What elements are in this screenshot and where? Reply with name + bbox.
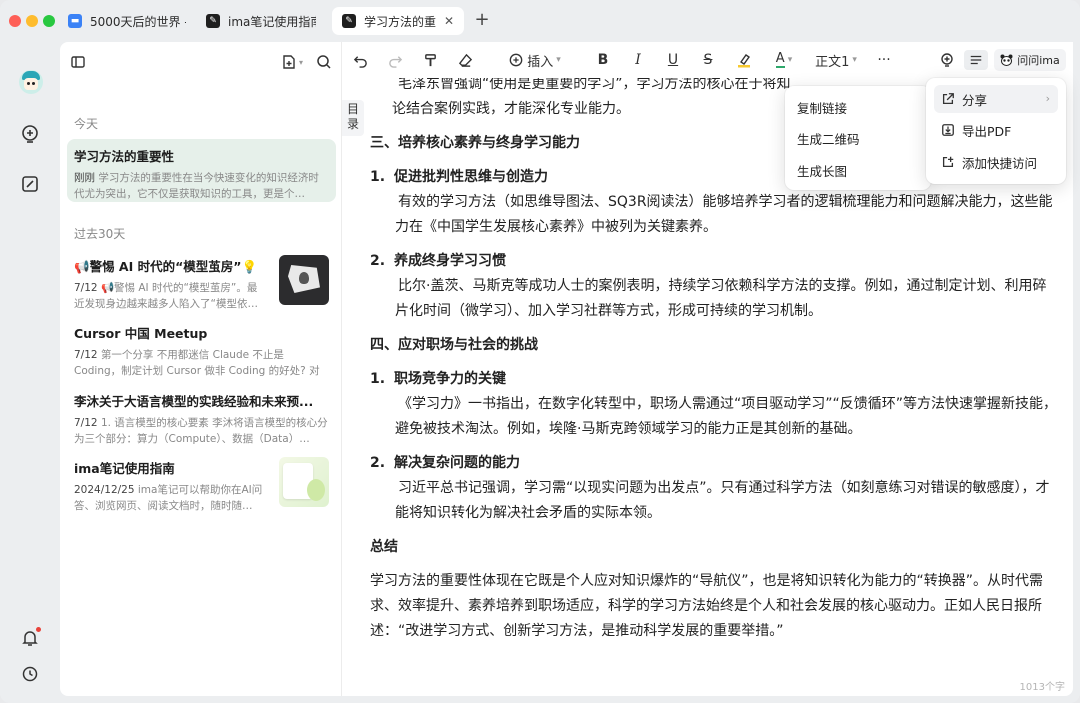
notification-bell-icon[interactable] [18,626,42,650]
clear-format-icon[interactable] [455,50,475,70]
underline-button[interactable]: U [664,50,682,70]
add-shortcut-item[interactable]: 添加快捷访问 [934,148,1058,176]
note-thumbnail [279,457,329,507]
share-icon [940,91,956,107]
heading-summary: 总结 [370,539,398,555]
note-item-ima-guide[interactable]: ima笔记使用指南 2024/12/25 ima笔记可以帮助你在AI问答、浏览网… [67,451,336,515]
ai-bulb-icon[interactable] [18,122,42,146]
word-count: 1013个字 [1019,682,1065,693]
ask-ima-button[interactable]: 问问ima [994,49,1066,71]
tab-5000-days[interactable]: ▬ 5000天后的世界 - 凯… [58,7,196,35]
avatar[interactable] [19,70,43,94]
italic-button[interactable]: I [629,50,647,70]
paragraph: 学习方法的重要性体现在它既是个人应对知识爆炸的“导航仪”，也是将知识转化为能力的… [370,573,1044,639]
tab-learning-methods[interactable]: ✎ 学习方法的重要性 ✕ [332,7,464,35]
note-icon: ✎ [342,14,356,28]
bold-button[interactable]: B [594,50,612,70]
chevron-down-icon: ▾ [852,55,857,65]
highlight-icon[interactable] [734,50,754,70]
insert-button[interactable]: 插入 ▾ [506,50,564,70]
generate-long-image-item[interactable]: 生成长图 [793,156,923,184]
chevron-down-icon: ▾ [556,55,561,65]
unread-dot [36,627,41,632]
paragraph: 习近平总书记强调，学习需“以现实问题为出发点”。只有通过科学方法（如刻意练习对错… [395,480,1050,521]
note-thumbnail [279,255,329,305]
outline-menu-icon[interactable] [964,50,988,70]
paragraph-style-select[interactable]: 正文1 ▾ [812,50,860,70]
font-color-button[interactable]: A ▾ [770,50,798,70]
format-painter-icon[interactable] [420,50,440,70]
close-window-button[interactable] [9,15,21,27]
more-options-button[interactable]: ··· [872,50,896,70]
history-clock-icon[interactable] [18,662,42,686]
panda-icon [1000,54,1013,66]
notes-sidebar: ▾ 今天 学习方法的重要性 刚刚 学习方法的重要性在当今快速变化的知识经济时代尤… [60,42,342,696]
undo-icon[interactable] [350,50,370,70]
section-today: 今天 [74,117,99,131]
heading-section-4: 四、应对职场与社会的挑战 [370,337,538,353]
paragraph: 比尔·盖茨、马斯克等成功人士的案例表明，持续学习依赖科学方法的支撑。例如，通过制… [395,278,1047,319]
export-pdf-item[interactable]: 导出PDF [934,116,1058,144]
generate-qrcode-item[interactable]: 生成二维码 [793,124,923,152]
note-item-cursor-meetup[interactable]: Cursor 中国 Meetup 7/12 第一个分享 不用都迷信 Claude… [67,316,336,380]
note-icon: ✎ [206,14,220,28]
list-heading: 2. 解决复杂问题的能力 [370,455,520,471]
toc-toggle[interactable]: 目录 [342,100,364,136]
share-submenu: 复制链接 生成二维码 生成长图 [785,86,931,190]
plus-circle-icon [509,53,523,67]
new-note-icon[interactable]: ▾ [278,52,306,72]
editor-toolbar: 插入 ▾ B I U S A ▾ 正文1 ▾ ··· 问问ima [342,42,1073,78]
list-heading: 1. 职场竞争力的关键 [370,371,506,387]
minimize-window-button[interactable] [26,15,38,27]
note-item-learning-methods[interactable]: 学习方法的重要性 刚刚 学习方法的重要性在当今快速变化的知识经济时代尤为突出，它… [67,139,336,202]
toggle-sidebar-icon[interactable] [68,52,88,72]
list-heading: 2. 养成终身学习习惯 [370,253,506,269]
section-past-30-days: 过去30天 [74,227,126,241]
chevron-right-icon: › [1045,92,1050,105]
copy-link-item[interactable]: 复制链接 [793,93,923,121]
zoom-window-button[interactable] [43,15,55,27]
search-icon[interactable] [314,52,334,72]
share-item[interactable]: 分享 › [934,85,1058,113]
new-tab-button[interactable]: + [472,9,492,31]
tab-bar: ▬ 5000天后的世界 - 凯… ✎ ima笔记使用指南 ✎ 学习方法的重要性 … [0,0,1080,42]
notes-edit-icon[interactable] [18,172,42,196]
strikethrough-button[interactable]: S [699,50,717,70]
note-item-model-cocoon[interactable]: 📢警惕 AI 时代的“模型茧房”💡 7/12 📢警惕 AI 时代的“模型茧房”。… [67,249,336,313]
redo-icon[interactable] [385,50,405,70]
export-icon [940,122,956,138]
ai-assistant-icon[interactable] [937,50,957,70]
close-tab-icon[interactable]: ✕ [444,14,454,28]
paragraph: 《学习力》一书指出，在数字化转型中，职场人需通过“项目驱动学习”“反馈循环”等方… [395,396,1058,437]
pin-icon [940,154,956,170]
tab-ima-guide[interactable]: ✎ ima笔记使用指南 [196,7,326,35]
chevron-down-icon: ▾ [787,55,793,65]
note-item-limu-llm[interactable]: 李沐关于大语言模型的实践经验和未来预... 7/12 1. 语言模型的核心要素 … [67,384,336,448]
app-window: ▬ 5000天后的世界 - 凯… ✎ ima笔记使用指南 ✎ 学习方法的重要性 … [0,0,1080,703]
more-menu: 分享 › 导出PDF 添加快捷访问 [926,78,1066,184]
paragraph: 有效的学习方法（如思维导图法、SQ3R阅读法）能够培养学习者的逻辑梳理能力和问题… [395,194,1053,235]
doc-icon: ▬ [68,14,82,28]
left-rail [0,42,60,703]
